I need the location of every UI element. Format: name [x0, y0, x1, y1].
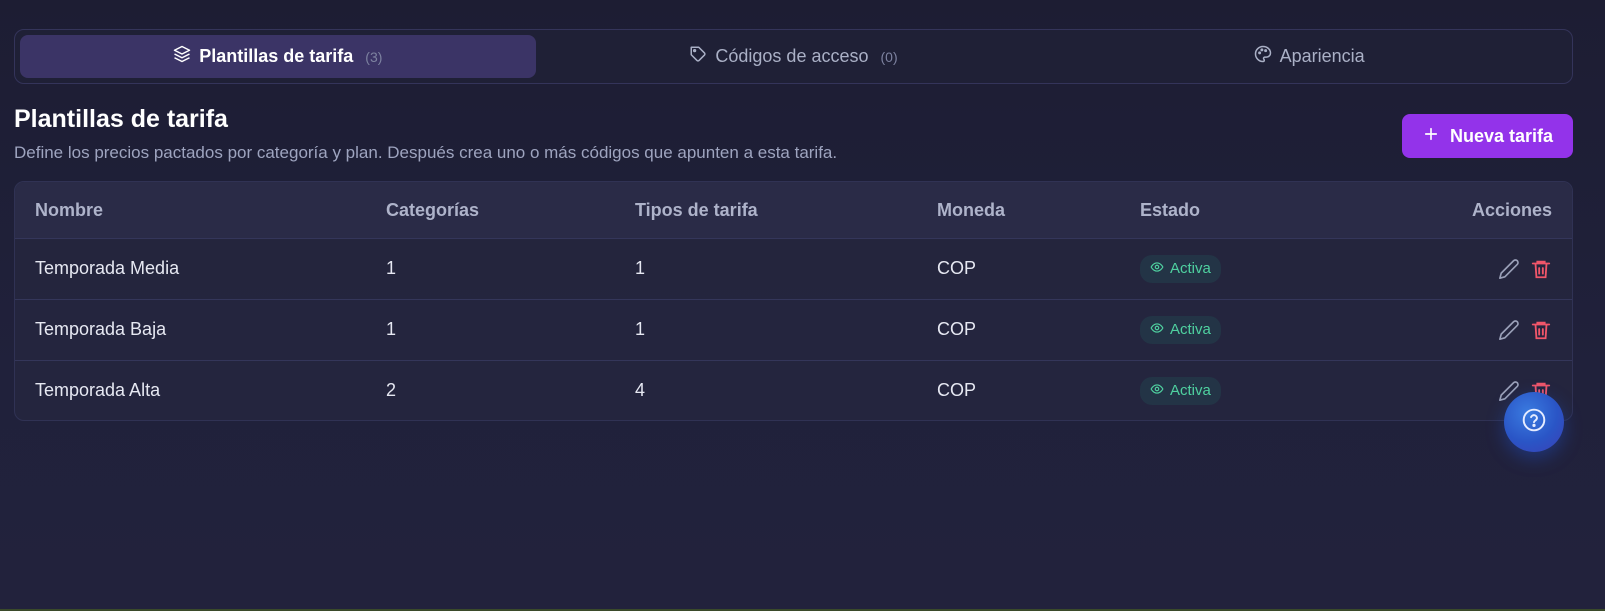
rate-name: Temporada Baja: [35, 319, 167, 339]
rate-types: 4: [635, 380, 646, 400]
tab-apariencia[interactable]: Apariencia: [1051, 35, 1567, 78]
tab-label: Códigos de acceso: [715, 46, 869, 66]
table-header-row: Nombre Categorías Tipos de tarifa Moneda…: [15, 182, 1572, 239]
status-label: Activa: [1170, 260, 1211, 277]
edit-icon[interactable]: [1498, 258, 1520, 280]
status-label: Activa: [1170, 321, 1211, 338]
page-subtitle: Define los precios pactados por categorí…: [14, 143, 838, 162]
status-badge: Activa: [1140, 254, 1221, 283]
column-header-nombre: Nombre: [35, 199, 104, 220]
rate-currency: COP: [937, 258, 977, 278]
rate-types: 1: [635, 258, 646, 278]
status-badge: Activa: [1140, 376, 1221, 405]
help-button[interactable]: [1504, 392, 1564, 452]
tab-bar: Plantillas de tarifa (3) Códigos de acce…: [14, 29, 1573, 84]
tag-icon: [689, 45, 707, 68]
rate-currency: COP: [937, 319, 977, 339]
eye-icon: [1150, 382, 1164, 400]
column-header-tipos: Tipos de tarifa: [635, 199, 758, 220]
table-row: Temporada Media 1 1 COP Activa: [15, 238, 1572, 300]
new-rate-button[interactable]: Nueva tarifa: [1402, 114, 1573, 158]
table-row: Temporada Baja 1 1 COP Activa: [15, 299, 1572, 361]
new-rate-button-label: Nueva tarifa: [1449, 125, 1554, 146]
rate-name: Temporada Media: [35, 258, 180, 278]
tab-plantillas-de-tarifa[interactable]: Plantillas de tarifa (3): [20, 35, 536, 78]
status-label: Activa: [1170, 382, 1211, 399]
column-header-moneda: Moneda: [937, 199, 1006, 220]
trash-icon[interactable]: [1530, 258, 1552, 280]
plus-icon: [1422, 125, 1440, 148]
row-actions: [1498, 238, 1552, 299]
layers-icon: [173, 45, 191, 68]
status-badge: Activa: [1140, 315, 1221, 344]
row-actions: [1498, 299, 1552, 360]
eye-icon: [1150, 260, 1164, 278]
rate-name: Temporada Alta: [35, 380, 161, 400]
status-cell: Activa: [1140, 360, 1221, 420]
table-row: Temporada Alta 2 4 COP Activa: [15, 360, 1572, 420]
rate-categories: 2: [386, 380, 397, 400]
column-header-acciones: Acciones: [1471, 199, 1552, 220]
tab-label: Plantillas de tarifa: [199, 46, 354, 66]
rate-categories: 1: [386, 319, 397, 339]
rate-types: 1: [635, 319, 646, 339]
status-cell: Activa: [1140, 238, 1221, 299]
rate-currency: COP: [937, 380, 977, 400]
edit-icon[interactable]: [1498, 319, 1520, 341]
rate-categories: 1: [386, 258, 397, 278]
column-header-estado: Estado: [1140, 199, 1201, 220]
tab-codigos-de-acceso[interactable]: Códigos de acceso (0): [536, 35, 1052, 78]
eye-icon: [1150, 321, 1164, 339]
palette-icon: [1254, 45, 1272, 68]
tab-count: (3): [365, 48, 383, 65]
trash-icon[interactable]: [1530, 319, 1552, 341]
tab-label: Apariencia: [1279, 46, 1365, 66]
status-cell: Activa: [1140, 299, 1221, 360]
rates-table: Nombre Categorías Tipos de tarifa Moneda…: [14, 181, 1573, 421]
help-circle-icon: [1521, 407, 1547, 438]
tab-count: (0): [880, 48, 898, 65]
page-title: Plantillas de tarifa: [14, 105, 228, 133]
column-header-categorias: Categorías: [386, 199, 480, 220]
